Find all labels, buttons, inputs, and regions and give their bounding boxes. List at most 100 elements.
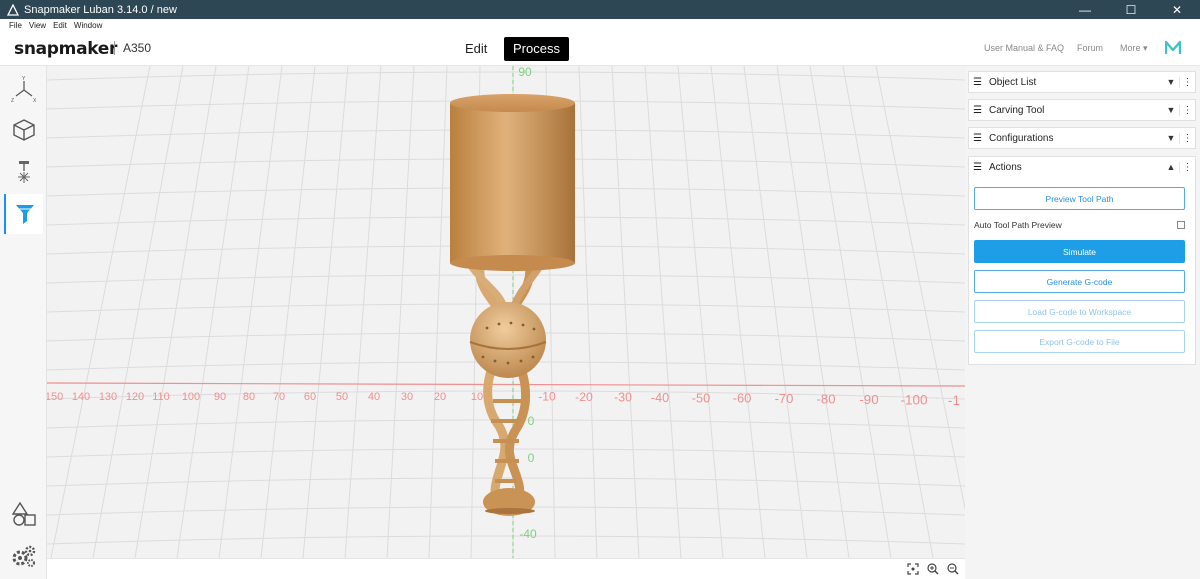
- more-vert-icon[interactable]: ⋮: [1179, 161, 1195, 173]
- x-tick-label: -10: [538, 389, 556, 403]
- section-label: Configurations: [989, 132, 1054, 144]
- object-list-section[interactable]: ☰ Object List ▼ ⋮: [968, 71, 1196, 93]
- carving-tool-section[interactable]: ☰ Carving Tool ▼ ⋮: [968, 99, 1196, 121]
- left-toolbar: Y Z X: [0, 66, 47, 579]
- x-tick-label: -30: [614, 390, 632, 404]
- cube-icon: [12, 119, 35, 141]
- title-bar: Snapmaker Luban 3.14.0 / new — ☐ ✕: [0, 0, 1200, 19]
- shapes-icon: [11, 501, 36, 526]
- axes-view-button[interactable]: Y Z X: [4, 70, 43, 110]
- auto-preview-row: Auto Tool Path Preview: [974, 220, 1185, 230]
- x-tick-label: -20: [575, 390, 593, 404]
- actions-section[interactable]: ☰ Actions ▲ ⋮: [968, 156, 1196, 178]
- x-tick-label: 80: [243, 391, 255, 403]
- x-tick-label: 130: [99, 391, 117, 403]
- y-tick-label: 0: [528, 414, 535, 428]
- menu-window[interactable]: Window: [74, 21, 102, 30]
- more-vert-icon[interactable]: ⋮: [1179, 104, 1195, 116]
- fit-view-icon[interactable]: [907, 563, 919, 575]
- more-vert-icon[interactable]: ⋮: [1179, 132, 1195, 144]
- menu-bar: File View Edit Window: [0, 19, 1200, 32]
- more-menu[interactable]: More ▾: [1120, 43, 1148, 54]
- cnc-tool-button[interactable]: [4, 194, 43, 234]
- app-icon: [7, 3, 19, 16]
- chevron-down-icon[interactable]: ▼: [1163, 77, 1179, 87]
- workspace-canvas: 150 140 130 120 110 100 90 80 70 60 50 40 30 20 10 -10-…: [47, 66, 965, 558]
- tab-process[interactable]: Process: [504, 37, 569, 61]
- x-tick-label: 30: [401, 391, 413, 403]
- x-tick-label: -100: [900, 393, 927, 408]
- x-tick-label: -70: [775, 391, 794, 406]
- app-header: snapmaker A350 Edit Process User Manual …: [0, 32, 1200, 66]
- hamburger-icon: ☰: [973, 76, 982, 88]
- zoom-in-icon[interactable]: [927, 563, 939, 575]
- section-label: Actions: [989, 161, 1022, 173]
- x-tick-label: 60: [304, 391, 316, 403]
- menu-view[interactable]: View: [29, 21, 46, 30]
- x-tick-label: 10: [471, 391, 483, 403]
- x-tick-label: 140: [72, 391, 90, 403]
- m-logo-icon: [1165, 40, 1181, 54]
- chevron-down-icon[interactable]: ▼: [1163, 105, 1179, 115]
- menu-file[interactable]: File: [9, 21, 22, 30]
- laser-icon: [17, 161, 30, 183]
- 3d-viewport[interactable]: 150 140 130 120 110 100 90 80 70 60 50 40 30 20 10 -10-…: [47, 66, 965, 558]
- hamburger-icon: ☰: [973, 104, 982, 116]
- right-panel: ☰ Object List ▼ ⋮ ☰ Carving Tool ▼ ⋮ ☰ C…: [965, 66, 1200, 579]
- x-tick-label: 40: [368, 391, 380, 403]
- export-gcode-button[interactable]: Export G-code to File: [974, 330, 1185, 353]
- viewport-bottom-bar: [47, 558, 965, 579]
- maximize-button[interactable]: ☐: [1108, 0, 1154, 19]
- svg-text:Z: Z: [11, 98, 14, 104]
- hamburger-icon: ☰: [973, 161, 982, 173]
- svg-text:Y: Y: [22, 76, 26, 82]
- cnc-icon: [15, 205, 34, 224]
- settings-button[interactable]: [4, 536, 43, 576]
- menu-edit[interactable]: Edit: [53, 21, 67, 30]
- chevron-up-icon[interactable]: ▲: [1163, 162, 1179, 172]
- x-tick-label: 150: [47, 391, 63, 403]
- simulate-button[interactable]: Simulate: [974, 240, 1185, 263]
- section-label: Carving Tool: [989, 104, 1045, 116]
- cylinder-top: [450, 94, 575, 112]
- tab-edit[interactable]: Edit: [456, 37, 496, 61]
- model-view-button[interactable]: [4, 110, 43, 150]
- configurations-section[interactable]: ☰ Configurations ▼ ⋮: [968, 127, 1196, 149]
- wood-cylinder: [450, 103, 575, 263]
- window-title: Snapmaker Luban 3.14.0 / new: [24, 3, 177, 16]
- user-manual-link[interactable]: User Manual & FAQ: [984, 43, 1064, 53]
- machine-name: A350: [114, 41, 151, 55]
- sphere: [470, 302, 546, 378]
- generate-gcode-button[interactable]: Generate G-code: [974, 270, 1185, 293]
- y-tick-label: -40: [519, 527, 537, 541]
- cylinder-bottom: [450, 255, 575, 271]
- x-tick-label: -60: [733, 391, 752, 406]
- axes-icon: Y Z X: [11, 76, 37, 104]
- preview-tool-path-button[interactable]: Preview Tool Path: [974, 187, 1185, 210]
- carved-model[interactable]: [450, 94, 575, 516]
- actions-body: Preview Tool Path Auto Tool Path Preview…: [968, 177, 1196, 365]
- auto-preview-checkbox[interactable]: [1177, 221, 1185, 229]
- gears-icon: [12, 545, 35, 567]
- svg-text:X: X: [33, 98, 37, 104]
- x-tick-label: -40: [651, 391, 669, 405]
- chevron-down-icon[interactable]: ▼: [1163, 133, 1179, 143]
- shapes-button[interactable]: [4, 494, 43, 534]
- more-vert-icon[interactable]: ⋮: [1179, 76, 1195, 88]
- load-gcode-button[interactable]: Load G-code to Workspace: [974, 300, 1185, 323]
- hamburger-icon: ☰: [973, 132, 982, 144]
- x-axis-ticks: 150 140 130 120 110 100 90 80 70 60 50 40 30 20 10 -10 -…: [47, 389, 960, 408]
- x-tick-label: -80: [816, 392, 835, 407]
- minimize-button[interactable]: —: [1062, 0, 1108, 19]
- x-tick-label: -90: [859, 392, 878, 407]
- x-tick-label: 90: [214, 391, 226, 403]
- forum-link[interactable]: Forum: [1077, 43, 1103, 53]
- laser-tool-button[interactable]: [4, 152, 43, 192]
- x-tick-label: -1: [948, 393, 960, 408]
- x-tick-label: 50: [336, 391, 348, 403]
- snapmaker-logo: snapmaker: [14, 39, 118, 59]
- zoom-out-icon[interactable]: [947, 563, 959, 575]
- auto-preview-label: Auto Tool Path Preview: [974, 220, 1062, 230]
- x-tick-label: 120: [126, 391, 144, 403]
- close-button[interactable]: ✕: [1154, 0, 1200, 19]
